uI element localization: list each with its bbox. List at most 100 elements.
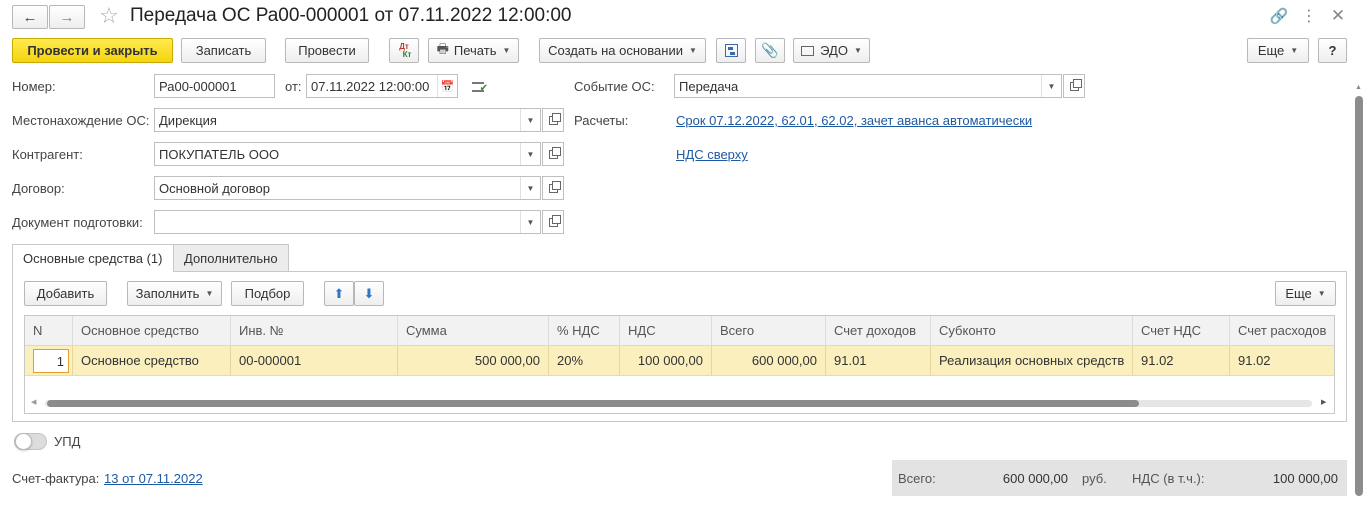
close-icon[interactable]: ✕ (1328, 5, 1348, 27)
inventory-number-cell[interactable]: 00-000001 (230, 346, 397, 375)
contract-open-button[interactable] (542, 176, 564, 200)
scroll-right-arrow[interactable]: ▶ (1321, 398, 1326, 406)
fixed-assets-table[interactable]: N Основное средство Инв. № Сумма % НДС Н… (24, 315, 1335, 414)
event-open-button[interactable] (1063, 74, 1085, 98)
tab-additional-label: Дополнительно (184, 250, 278, 266)
open-window-icon (548, 146, 561, 159)
chevron-down-icon[interactable]: ▼ (1041, 75, 1061, 97)
fill-button[interactable]: Заполнить ▼ (127, 281, 222, 306)
column-header[interactable]: Счет НДС (1132, 316, 1229, 345)
column-header[interactable]: Счет доходов (825, 316, 930, 345)
column-header[interactable]: НДС (619, 316, 711, 345)
counterparty-open-button[interactable] (542, 142, 564, 166)
edo-icon (801, 45, 815, 56)
column-header[interactable]: Сумма (397, 316, 548, 345)
check-list-icon: ✔ (469, 79, 488, 95)
chevron-down-icon: ▼ (853, 46, 862, 55)
chevron-down-icon: ▼ (1290, 46, 1299, 55)
print-button[interactable]: 🖶 Печать ▼ (428, 38, 519, 63)
event-field[interactable]: Передача ▼ (674, 74, 1062, 98)
move-up-button[interactable]: ⬆ (324, 281, 354, 306)
location-open-button[interactable] (542, 108, 564, 132)
total-value: 600 000,00 (1002, 471, 1068, 486)
column-header[interactable]: Всего (711, 316, 825, 345)
invoice-label: Счет-фактура: (12, 471, 100, 486)
structure-button[interactable] (716, 38, 746, 63)
number-field[interactable]: Ра00-000001 (154, 74, 275, 98)
scroll-up-arrow[interactable]: ▲ (1355, 84, 1362, 91)
column-header[interactable]: Счет расходов (1229, 316, 1334, 345)
link-icon[interactable]: 🔗 (1268, 5, 1290, 27)
chevron-down-icon[interactable]: ▼ (520, 177, 540, 199)
row-number-cell[interactable]: 1 (25, 346, 72, 375)
column-header[interactable]: Основное средство (72, 316, 230, 345)
paperclip-icon: 📎 (761, 42, 779, 58)
dt-kt-button[interactable]: Дт Кт (389, 38, 419, 63)
printer-icon: 🖶 (436, 40, 449, 56)
more-label: Еще (1257, 43, 1285, 58)
vertical-scrollbar-thumb[interactable] (1355, 96, 1363, 496)
more-button[interactable]: Еще ▼ (1247, 38, 1309, 63)
expense-account-cell[interactable]: 91.02 (1229, 346, 1334, 375)
chevron-down-icon[interactable]: ▼ (520, 211, 540, 233)
add-button[interactable]: Добавить (24, 281, 107, 306)
edo-button[interactable]: ЭДО ▼ (793, 38, 870, 63)
table-more-button[interactable]: Еще ▼ (1275, 281, 1336, 306)
chevron-down-icon[interactable]: ▼ (520, 109, 540, 131)
chevron-down-icon[interactable]: ▼ (520, 143, 540, 165)
open-window-icon (548, 112, 561, 125)
location-field[interactable]: Дирекция ▼ (154, 108, 541, 132)
vat-on-top-link[interactable]: НДС сверху (676, 147, 748, 162)
invoice-link[interactable]: 13 от 07.11.2022 (104, 471, 203, 486)
back-button[interactable]: ← (12, 5, 48, 29)
tab-additional[interactable]: Дополнительно (173, 244, 289, 271)
prep-doc-open-button[interactable] (542, 210, 564, 234)
event-value: Передача (679, 78, 739, 94)
help-button[interactable]: ? (1318, 38, 1347, 63)
subconto-cell[interactable]: Реализация основных средств (930, 346, 1132, 375)
column-header[interactable]: Инв. № (230, 316, 397, 345)
table-row[interactable]: 1 Основное средство 00-000001 500 000,00… (25, 346, 1334, 376)
vat-account-cell[interactable]: 91.02 (1132, 346, 1229, 375)
column-header[interactable]: N (25, 316, 72, 345)
upd-label: УПД (54, 434, 81, 449)
toggle-knob (15, 433, 32, 450)
settlements-link[interactable]: Срок 07.12.2022, 62.01, 62.02, зачет ава… (676, 113, 1032, 128)
income-account-cell[interactable]: 91.01 (825, 346, 930, 375)
move-down-button[interactable]: ⬇ (354, 281, 384, 306)
create-based-on-button[interactable]: Создать на основании ▼ (539, 38, 706, 63)
save-button[interactable]: Записать (181, 38, 266, 63)
more-vertical-icon[interactable]: ⋮ (1299, 5, 1319, 27)
tab-fixed-assets[interactable]: Основные средства (1) (12, 244, 174, 272)
row-number: 1 (33, 348, 69, 373)
chevron-down-icon: ▼ (205, 289, 214, 298)
arrow-up-icon: ⬆ (333, 285, 345, 301)
star-icon[interactable]: ☆ (96, 3, 122, 29)
amount-cell[interactable]: 500 000,00 (397, 346, 548, 375)
forward-button[interactable]: → (49, 5, 85, 29)
post-button[interactable]: Провести (285, 38, 369, 63)
arrow-left-icon: ← (22, 8, 38, 26)
horizontal-scrollbar-thumb[interactable] (47, 400, 1139, 407)
upd-toggle[interactable] (14, 433, 47, 450)
table-header: N Основное средство Инв. № Сумма % НДС Н… (25, 316, 1334, 346)
total-cell[interactable]: 600 000,00 (711, 346, 825, 375)
column-header[interactable]: % НДС (548, 316, 619, 345)
tab-fixed-assets-label: Основные средства (1) (23, 251, 163, 266)
edo-label: ЭДО (820, 43, 848, 58)
vat-cell[interactable]: 100 000,00 (619, 346, 711, 375)
scroll-left-arrow[interactable]: ◀ (31, 398, 36, 406)
column-header[interactable]: Субконто (930, 316, 1132, 345)
asset-cell[interactable]: Основное средство (72, 346, 230, 375)
counterparty-field[interactable]: ПОКУПАТЕЛЬ ООО ▼ (154, 142, 541, 166)
location-label: Местонахождение ОС: (12, 113, 150, 128)
post-and-close-button[interactable]: Провести и закрыть (12, 38, 173, 63)
vat-rate-cell[interactable]: 20% (548, 346, 619, 375)
open-window-icon (548, 214, 561, 227)
date-field[interactable]: 07.11.2022 12:00:00 📅 (306, 74, 458, 98)
contract-field[interactable]: Основной договор ▼ (154, 176, 541, 200)
pick-button[interactable]: Подбор (231, 281, 304, 306)
attach-button[interactable]: 📎 (755, 38, 785, 63)
prep-doc-field[interactable]: ▼ (154, 210, 541, 234)
calendar-icon[interactable]: 📅 (437, 75, 457, 97)
